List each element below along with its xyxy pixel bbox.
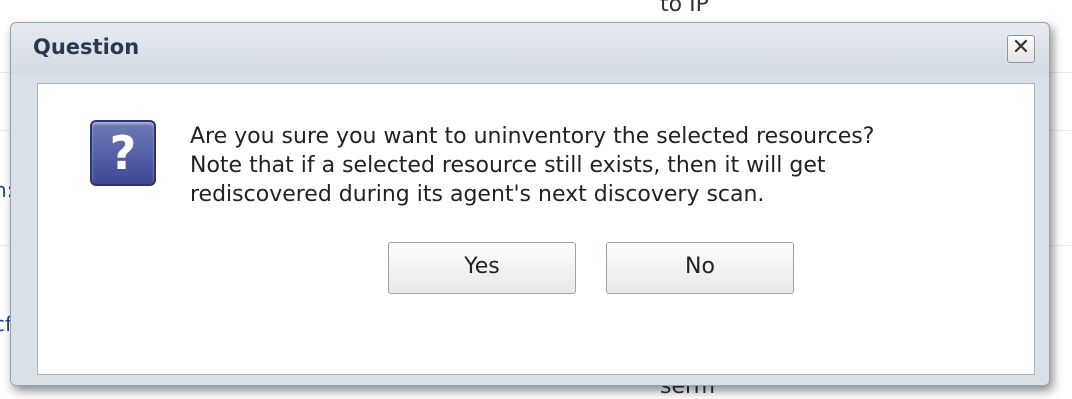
message-line: Note that if a selected resource still e… [190,153,826,178]
dialog-titlebar[interactable]: Question ✕ [11,23,1049,75]
message-line: Are you sure you want to uninventory the… [190,124,875,149]
yes-button[interactable]: Yes [388,242,576,294]
dialog-message: Are you sure you want to uninventory the… [190,122,1010,209]
dialog-title: Question [33,35,140,59]
message-line: rediscovered during its agent's next dis… [190,182,765,207]
background-cell-text: to IP [660,0,709,17]
question-icon: ? [90,120,156,186]
no-button[interactable]: No [606,242,794,294]
question-dialog: Question ✕ ? Are you sure you want to un… [10,22,1050,386]
close-icon[interactable]: ✕ [1007,35,1035,63]
dialog-body: ? Are you sure you want to uninventory t… [37,83,1035,375]
